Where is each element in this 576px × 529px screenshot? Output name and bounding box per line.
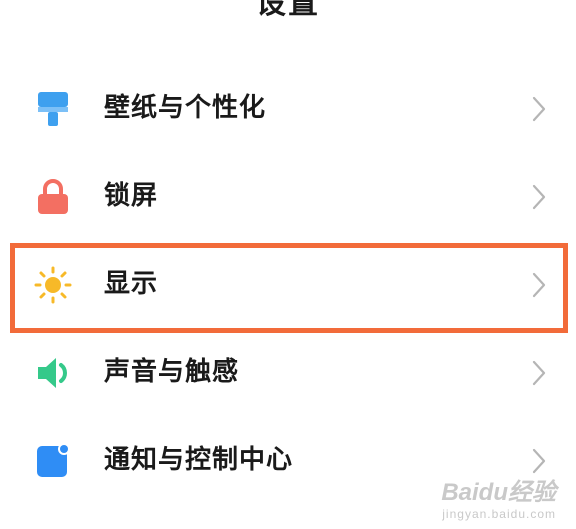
watermark: Baidu经验 jingyan.baidu.com bbox=[441, 472, 556, 521]
watermark-brand: Baidu经验 bbox=[441, 479, 556, 506]
settings-item-display[interactable]: 显示 bbox=[0, 240, 576, 328]
settings-item-label: 声音与触感 bbox=[104, 357, 240, 387]
settings-item-label: 锁屏 bbox=[104, 181, 159, 211]
lock-icon bbox=[38, 179, 68, 214]
settings-item-sound[interactable]: 声音与触感 bbox=[0, 328, 576, 416]
sun-icon bbox=[34, 266, 72, 304]
watermark-url: jingyan.baidu.com bbox=[442, 507, 556, 521]
notification-icon bbox=[37, 443, 70, 477]
brush-icon bbox=[38, 92, 68, 126]
settings-item-label: 壁纸与个性化 bbox=[104, 93, 267, 123]
chevron-right-icon bbox=[532, 360, 546, 386]
chevron-right-icon bbox=[532, 96, 546, 122]
settings-item-lockscreen[interactable]: 锁屏 bbox=[0, 152, 576, 240]
settings-item-label: 通知与控制中心 bbox=[104, 445, 294, 475]
chevron-right-icon bbox=[532, 272, 546, 298]
settings-item-wallpaper[interactable]: 壁纸与个性化 bbox=[0, 64, 576, 152]
speaker-icon bbox=[38, 358, 67, 388]
settings-item-label: 显示 bbox=[104, 269, 159, 299]
chevron-right-icon bbox=[532, 184, 546, 210]
page-title: 设置 bbox=[256, 0, 320, 21]
